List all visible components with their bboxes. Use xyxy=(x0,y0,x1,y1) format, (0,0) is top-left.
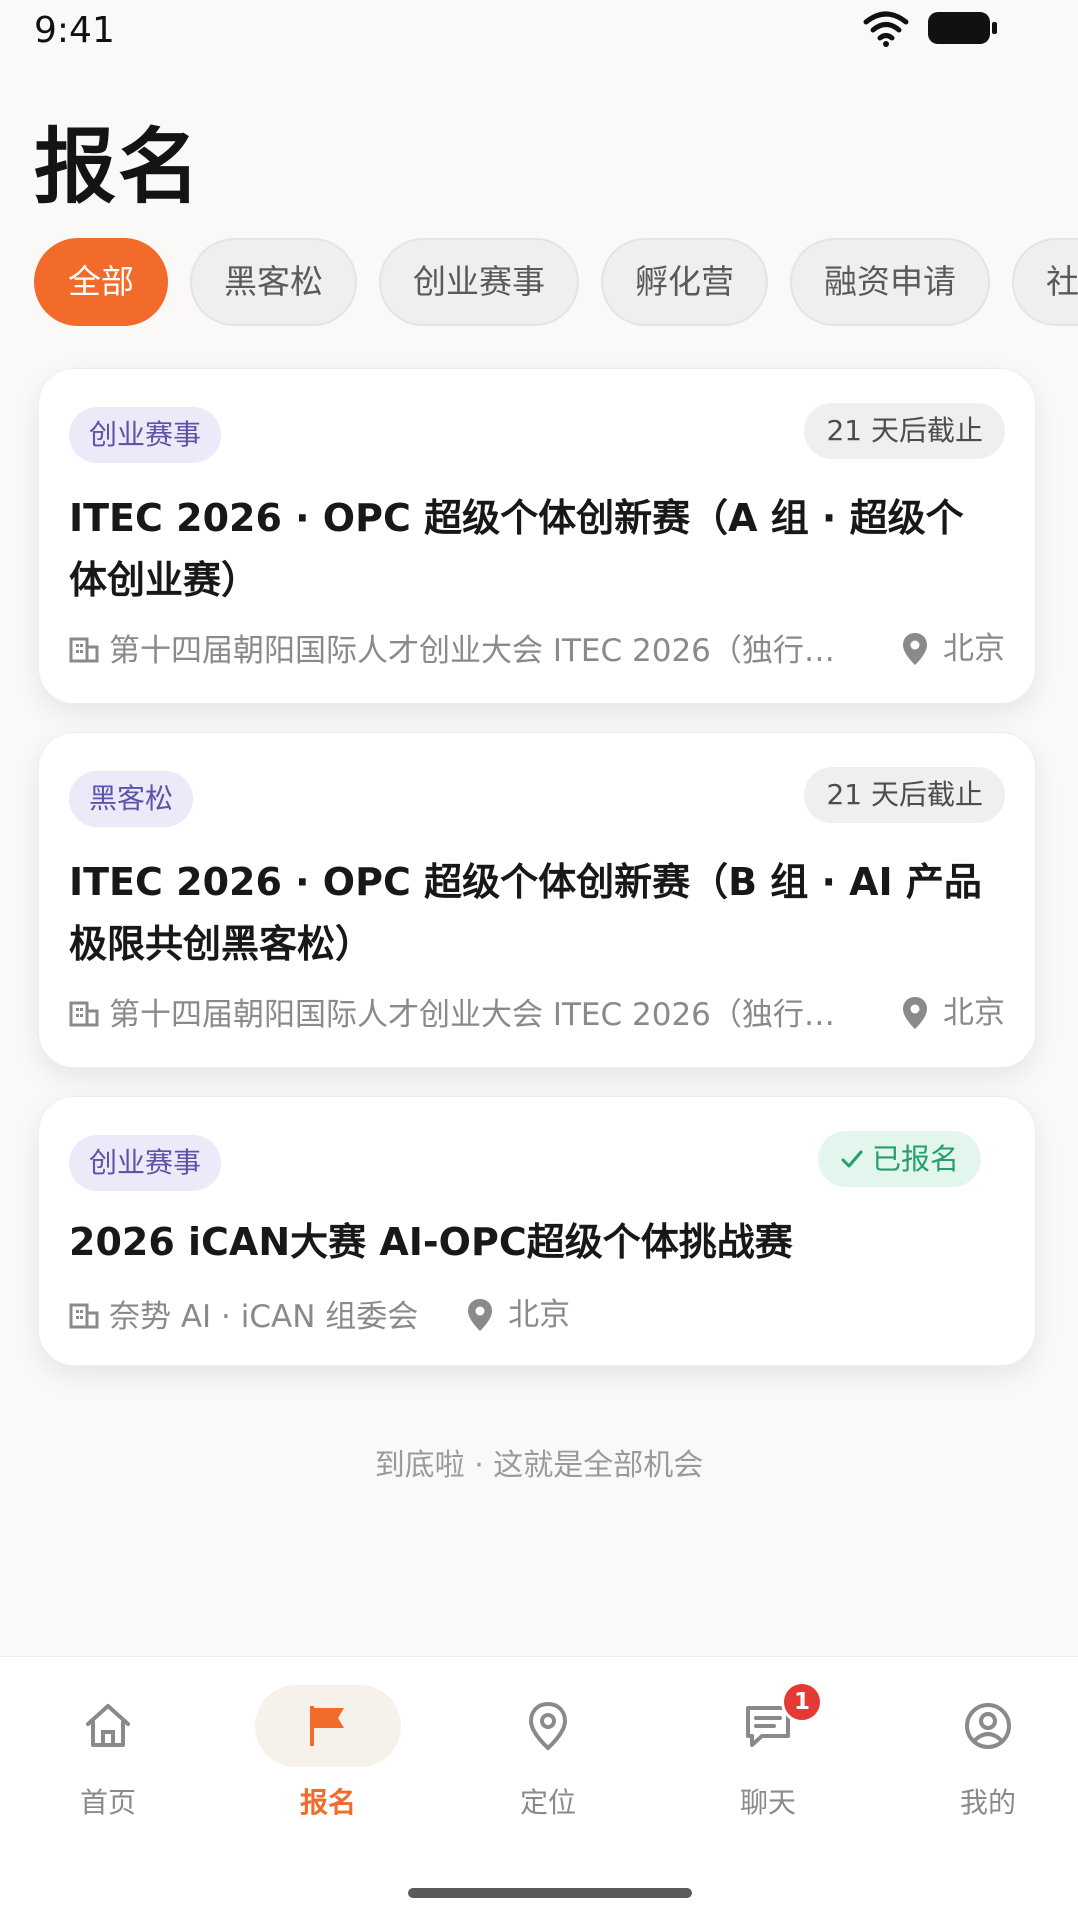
status-bar: 9:41 xyxy=(0,0,1078,72)
event-card[interactable]: 创业赛事 21 天后截止 ITEC 2026 · OPC 超级个体创新赛（A 组… xyxy=(38,368,1036,704)
filter-chip-funding[interactable]: 融资申请 xyxy=(790,238,990,326)
location: 北京 xyxy=(903,627,1005,671)
nav-label: 我的 xyxy=(959,1786,1016,1819)
event-card[interactable]: 黑客松 21 天后截止 ITEC 2026 · OPC 超级个体创新赛（B 组 … xyxy=(38,732,1036,1068)
location-pin-icon xyxy=(468,1298,493,1331)
building-icon xyxy=(69,1303,99,1328)
battery-icon xyxy=(928,12,997,44)
filter-chip-incubator[interactable]: 孵化营 xyxy=(601,238,768,326)
building-icon xyxy=(69,637,99,662)
event-card[interactable]: 创业赛事 已报名 2026 iCAN大赛 AI-OPC超级个体挑战赛 奈势 AI… xyxy=(38,1096,1036,1366)
event-meta: 第十四届朝阳国际人才创业大会 ITEC 2026（独行… 北京 xyxy=(69,991,1005,1035)
filter-chip-hackathon[interactable]: 黑客松 xyxy=(190,238,357,326)
organizer-text: 第十四届朝阳国际人才创业大会 ITEC 2026（独行… xyxy=(109,996,835,1033)
category-tag: 黑客松 xyxy=(69,771,194,827)
check-icon xyxy=(841,1150,863,1168)
building-icon xyxy=(69,1001,99,1026)
unread-badge: 1 xyxy=(781,1681,823,1723)
profile-icon xyxy=(965,1703,1011,1749)
registered-text: 已报名 xyxy=(871,1142,959,1176)
event-title: ITEC 2026 · OPC 超级个体创新赛（B 组 · AI 产品极限共创黑… xyxy=(69,860,982,966)
nav-label: 首页 xyxy=(79,1786,136,1819)
nav-item-chat[interactable]: 1 聊天 xyxy=(693,1681,843,1835)
nav-item-home[interactable]: 首页 xyxy=(33,1685,183,1835)
category-tag: 创业赛事 xyxy=(69,407,222,463)
event-title: 2026 iCAN大赛 AI-OPC超级个体挑战赛 xyxy=(69,1220,793,1264)
category-tag: 创业赛事 xyxy=(69,1135,222,1191)
organizer-text: 奈势 AI · iCAN 组委会 xyxy=(109,1298,419,1335)
deadline-badge: 21 天后截止 xyxy=(804,767,1005,823)
location-pin-icon xyxy=(528,1701,568,1751)
wifi-icon xyxy=(863,11,909,47)
nav-label: 定位 xyxy=(519,1786,576,1819)
nav-label: 聊天 xyxy=(739,1786,796,1819)
event-title: ITEC 2026 · OPC 超级个体创新赛（A 组 · 超级个体创业赛） xyxy=(69,496,964,602)
location-text: 北京 xyxy=(943,631,1005,667)
filter-chip-row: 全部黑客松创业赛事孵化营融资申请社区活动 xyxy=(34,238,1078,334)
nav-item-profile[interactable]: 我的 xyxy=(913,1685,1063,1835)
organizer-text: 第十四届朝阳国际人才创业大会 ITEC 2026（独行… xyxy=(109,632,835,669)
nav-label: 报名 xyxy=(299,1786,356,1819)
home-indicator[interactable] xyxy=(408,1888,692,1898)
status-time: 9:41 xyxy=(34,10,115,51)
event-meta: 奈势 AI · iCAN 组委会 北京 xyxy=(69,1293,1005,1337)
event-meta: 第十四届朝阳国际人才创业大会 ITEC 2026（独行… 北京 xyxy=(69,627,1005,671)
registered-badge: 已报名 xyxy=(817,1131,981,1187)
filter-chip-community[interactable]: 社区活动 xyxy=(1012,238,1078,326)
location-pin-icon xyxy=(903,996,927,1029)
end-of-list-text: 到底啦 · 这就是全部机会 xyxy=(374,1448,704,1483)
location-text: 北京 xyxy=(943,995,1005,1031)
page-title: 报名 xyxy=(34,120,203,215)
home-icon xyxy=(86,1704,130,1747)
filter-chip-all[interactable]: 全部 xyxy=(34,238,168,326)
location-pin-icon xyxy=(903,632,927,665)
nav-item-location[interactable]: 定位 xyxy=(473,1685,623,1835)
app-screen: 9:41 报名 全部黑客松创业赛事孵化营融资申请社区活动 创业赛事 21 天后截… xyxy=(0,0,1078,1918)
nav-item-register[interactable]: 报名 xyxy=(253,1685,403,1835)
location: 北京 xyxy=(903,991,1005,1035)
location-text: 北京 xyxy=(508,1297,571,1333)
deadline-badge: 21 天后截止 xyxy=(804,403,1005,459)
bottom-nav: 首页 报名 定位 1 聊天 我的 xyxy=(0,1656,1078,1918)
filter-chip-competition[interactable]: 创业赛事 xyxy=(379,238,579,326)
flag-icon xyxy=(310,1706,344,1746)
location: 北京 xyxy=(468,1297,570,1333)
